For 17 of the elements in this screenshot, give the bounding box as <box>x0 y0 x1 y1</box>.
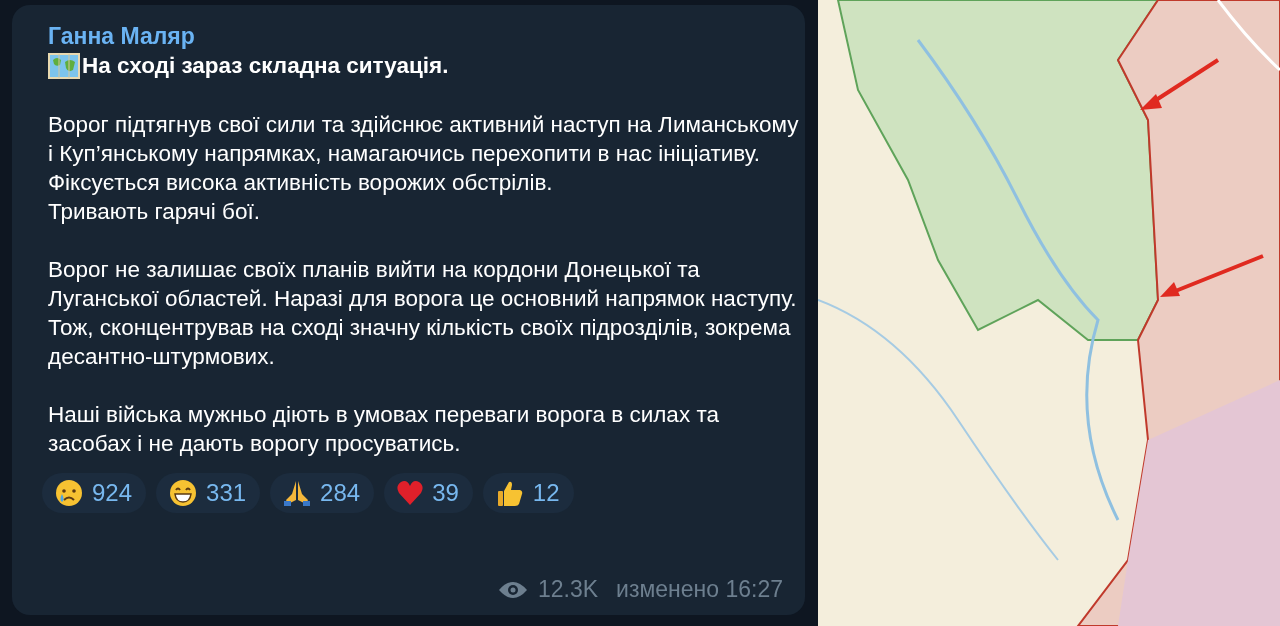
map-icon <box>48 52 80 80</box>
reaction-button[interactable]: 331 <box>156 473 261 513</box>
message-paragraph: Наші війська мужньо діють в умовах переваги ворога в силах та засобах і не дають ворогу просуватись. <box>48 401 720 458</box>
reaction-button[interactable]: 284 <box>270 473 375 513</box>
crying-face-icon <box>54 478 84 508</box>
grinning-face-icon <box>168 478 199 508</box>
eye-icon <box>497 579 528 600</box>
reaction-button[interactable]: 924 <box>42 473 147 513</box>
heart-icon <box>396 480 425 506</box>
message-paragraph: Ворог не залишає своїх планів вийти на кордони Донецької та Луганської областей. Наразі для ворога це основний напрямок наступу. Тож, сконцентрував на сході значну кількість своїх підрозділів, зокрема десантно-штурмових. <box>48 256 798 371</box>
reaction-button[interactable]: 39 <box>384 473 473 513</box>
view-count: 12.3K <box>537 576 599 603</box>
message-title: На сході зараз складна ситуація. <box>82 52 449 80</box>
edited-time: изменено 16:27 <box>616 576 783 603</box>
author-name[interactable]: Ганна Маляр <box>48 21 785 51</box>
reaction-button[interactable]: 12 <box>482 473 574 513</box>
message-paragraph: Ворог підтягнув свої сили та здійснює активний наступ на Лиманському і Куп’янському напрямках, намагаючись перехопити в нас ініціативу. Фіксується висока активність ворожих обстрілів. Тривають гарячі бої. <box>48 111 800 226</box>
